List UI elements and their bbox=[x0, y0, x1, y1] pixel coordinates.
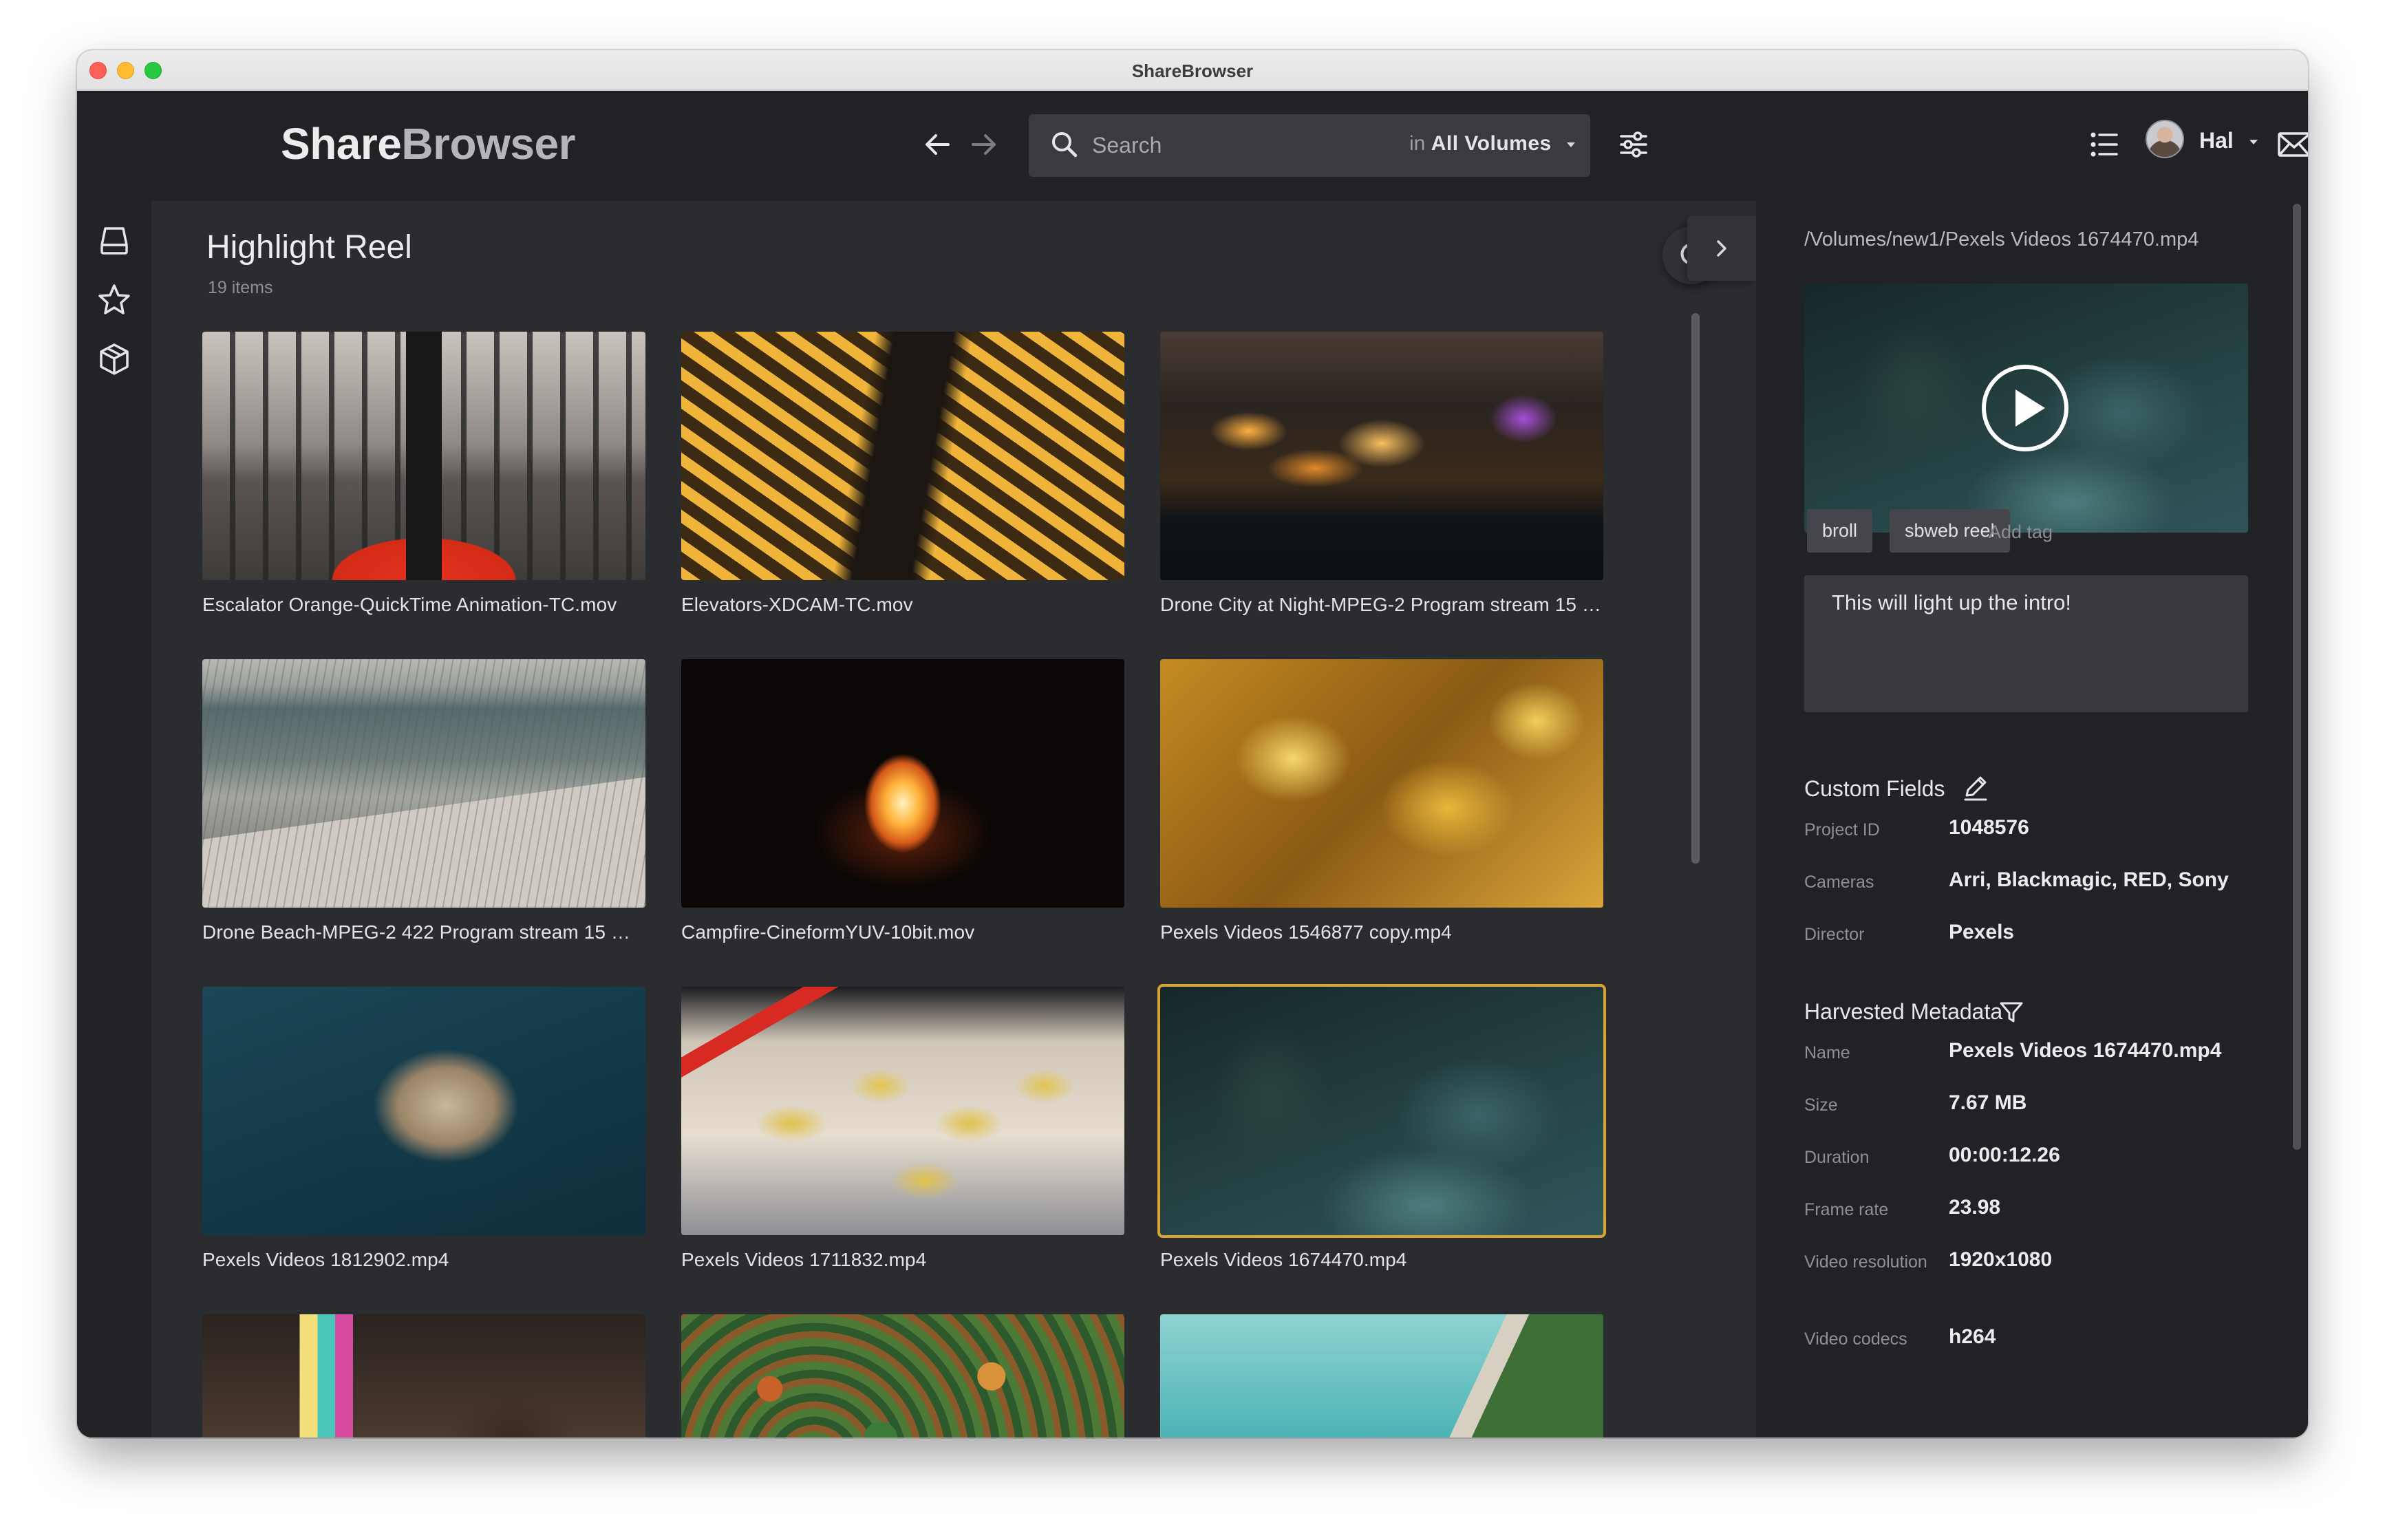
search-scope-dropdown[interactable]: in All Volumes bbox=[1409, 132, 1576, 156]
video-tile[interactable]: Drone Beach-MPEG-2 422 Program stream 15… bbox=[202, 659, 645, 943]
field-label: Project ID bbox=[1804, 820, 1880, 839]
video-tile[interactable]: Elevators-XDCAM-TC.mov bbox=[681, 332, 1124, 616]
search-input[interactable] bbox=[1092, 129, 1354, 161]
search-scope-value: All Volumes bbox=[1431, 132, 1552, 155]
video-thumbnail bbox=[681, 1314, 1124, 1437]
sliders-icon[interactable] bbox=[1616, 127, 1651, 162]
video-tile[interactable]: Drone City at Night-MPEG-2 Program strea… bbox=[1160, 332, 1603, 616]
field-label: Video codecs bbox=[1804, 1329, 1907, 1349]
video-tile[interactable]: Pexels Videos 1812902.mp4 bbox=[202, 987, 645, 1271]
tile-label: Pexels Videos 1711832.mp4 bbox=[681, 1249, 927, 1270]
field-value: 7.67 MB bbox=[1949, 1091, 2027, 1114]
field-value: h264 bbox=[1949, 1325, 1996, 1348]
play-icon[interactable] bbox=[1979, 362, 2071, 454]
chevron-down-icon bbox=[2249, 140, 2258, 145]
video-thumbnail bbox=[681, 332, 1124, 580]
tile-label: Pexels Videos 1674470.mp4 bbox=[1160, 1249, 1407, 1270]
field-value: Pexels bbox=[1949, 921, 2015, 943]
video-thumbnail bbox=[1160, 659, 1603, 908]
field-value: 23.98 bbox=[1949, 1196, 2001, 1219]
field-label: Name bbox=[1804, 1043, 1850, 1062]
video-thumbnail bbox=[202, 987, 645, 1235]
collapse-panel-button[interactable] bbox=[1687, 216, 1756, 281]
app-window: ShareBrowser ShareBrowser in All Volumes bbox=[77, 50, 2308, 1437]
search-icon bbox=[1052, 132, 1078, 158]
app-logo[interactable]: ShareBrowser bbox=[281, 118, 575, 169]
comment-field[interactable]: This will light up the intro! bbox=[1804, 575, 2248, 712]
user-avatar[interactable] bbox=[2146, 120, 2184, 158]
chevron-down-icon bbox=[1567, 142, 1576, 147]
video-thumbnail bbox=[1160, 1314, 1603, 1437]
video-tile[interactable]: Escalator Orange-QuickTime Animation-TC.… bbox=[202, 332, 645, 616]
back-arrow-icon[interactable] bbox=[921, 128, 954, 161]
mail-icon[interactable] bbox=[2275, 127, 2308, 162]
drive-icon[interactable] bbox=[94, 220, 135, 261]
video-thumbnail bbox=[202, 659, 645, 908]
header: ShareBrowser in All Volumes bbox=[77, 91, 2308, 201]
custom-fields-title: Custom Fields bbox=[1804, 776, 1945, 801]
field-label: Director bbox=[1804, 925, 1865, 944]
user-name: Hal bbox=[2199, 128, 2234, 153]
reel-view: Highlight Reel 19 items Escalator Orange… bbox=[151, 201, 1756, 1437]
video-thumbnail bbox=[202, 332, 645, 580]
video-tile[interactable]: Pexels Videos 1546877 copy.mp4 bbox=[1160, 659, 1603, 943]
field-value: 1048576 bbox=[1949, 816, 2029, 839]
video-tile[interactable] bbox=[1160, 1314, 1603, 1437]
video-thumbnail bbox=[1157, 984, 1606, 1238]
chevron-right-icon bbox=[1717, 240, 1726, 257]
video-thumbnail bbox=[1160, 332, 1603, 580]
user-menu[interactable]: Hal bbox=[2199, 128, 2258, 153]
tile-label: Pexels Videos 1546877 copy.mp4 bbox=[1160, 921, 1452, 943]
field-label: Frame rate bbox=[1804, 1200, 1889, 1219]
logo-part-browser: Browser bbox=[401, 119, 575, 169]
sidebar bbox=[77, 201, 151, 1437]
add-tag-input[interactable]: Add tag bbox=[1989, 522, 2053, 543]
window-title: ShareBrowser bbox=[1131, 61, 1254, 81]
video-thumbnail bbox=[681, 987, 1124, 1235]
field-label: Size bbox=[1804, 1095, 1838, 1115]
item-count: 19 items bbox=[208, 278, 273, 297]
details-scrollbar[interactable] bbox=[2293, 204, 2301, 1150]
field-value: Arri, Blackmagic, RED, Sony bbox=[1949, 868, 2229, 891]
tile-label: Campfire-CineformYUV-10bit.mov bbox=[681, 921, 975, 943]
field-value: 00:00:12.26 bbox=[1949, 1144, 2060, 1166]
forward-arrow-icon[interactable] bbox=[967, 128, 1001, 161]
search-scope-prefix: in bbox=[1409, 132, 1426, 155]
field-label: Video resolution bbox=[1804, 1252, 1927, 1272]
title-bar: ShareBrowser bbox=[77, 50, 2308, 91]
star-icon[interactable] bbox=[94, 279, 135, 321]
video-thumbnail bbox=[202, 1314, 645, 1437]
video-preview[interactable] bbox=[1804, 284, 2248, 533]
details-panel: /Volumes/new1/Pexels Videos 1674470.mp4 … bbox=[1756, 201, 2308, 1437]
grid-scrollbar[interactable] bbox=[1691, 313, 1700, 864]
box-icon[interactable] bbox=[94, 339, 135, 380]
field-value: 1920x1080 bbox=[1949, 1248, 2053, 1271]
tile-label: Pexels Videos 1812902.mp4 bbox=[202, 1249, 449, 1270]
tag-chip[interactable]: broll bbox=[1807, 509, 1873, 553]
field-label: Duration bbox=[1804, 1148, 1870, 1167]
tile-label: Drone City at Night-MPEG-2 Program strea… bbox=[1160, 594, 1603, 615]
tile-label: Elevators-XDCAM-TC.mov bbox=[681, 594, 913, 615]
filter-icon[interactable] bbox=[1997, 998, 2026, 1027]
file-path: /Volumes/new1/Pexels Videos 1674470.mp4 bbox=[1804, 228, 2199, 250]
search-bar: in All Volumes bbox=[1029, 114, 1590, 177]
logo-part-share: Share bbox=[281, 119, 402, 169]
pencil-icon[interactable] bbox=[1961, 773, 1990, 802]
video-thumbnail bbox=[681, 659, 1124, 908]
tile-label: Escalator Orange-QuickTime Animation-TC.… bbox=[202, 594, 617, 615]
video-tile[interactable] bbox=[202, 1314, 645, 1437]
video-tile[interactable]: Campfire-CineformYUV-10bit.mov bbox=[681, 659, 1124, 943]
video-tile[interactable] bbox=[681, 1314, 1124, 1437]
page-title: Highlight Reel bbox=[206, 229, 412, 266]
tile-label: Drone Beach-MPEG-2 422 Program stream 15… bbox=[202, 921, 645, 943]
harvested-metadata-title: Harvested Metadata bbox=[1804, 999, 2003, 1024]
video-tile[interactable]: Pexels Videos 1711832.mp4 bbox=[681, 987, 1124, 1271]
video-tile-selected[interactable]: Pexels Videos 1674470.mp4 bbox=[1157, 984, 1606, 1271]
field-label: Cameras bbox=[1804, 873, 1874, 892]
list-view-icon[interactable] bbox=[2086, 127, 2122, 162]
field-value: Pexels Videos 1674470.mp4 bbox=[1949, 1039, 2222, 1062]
